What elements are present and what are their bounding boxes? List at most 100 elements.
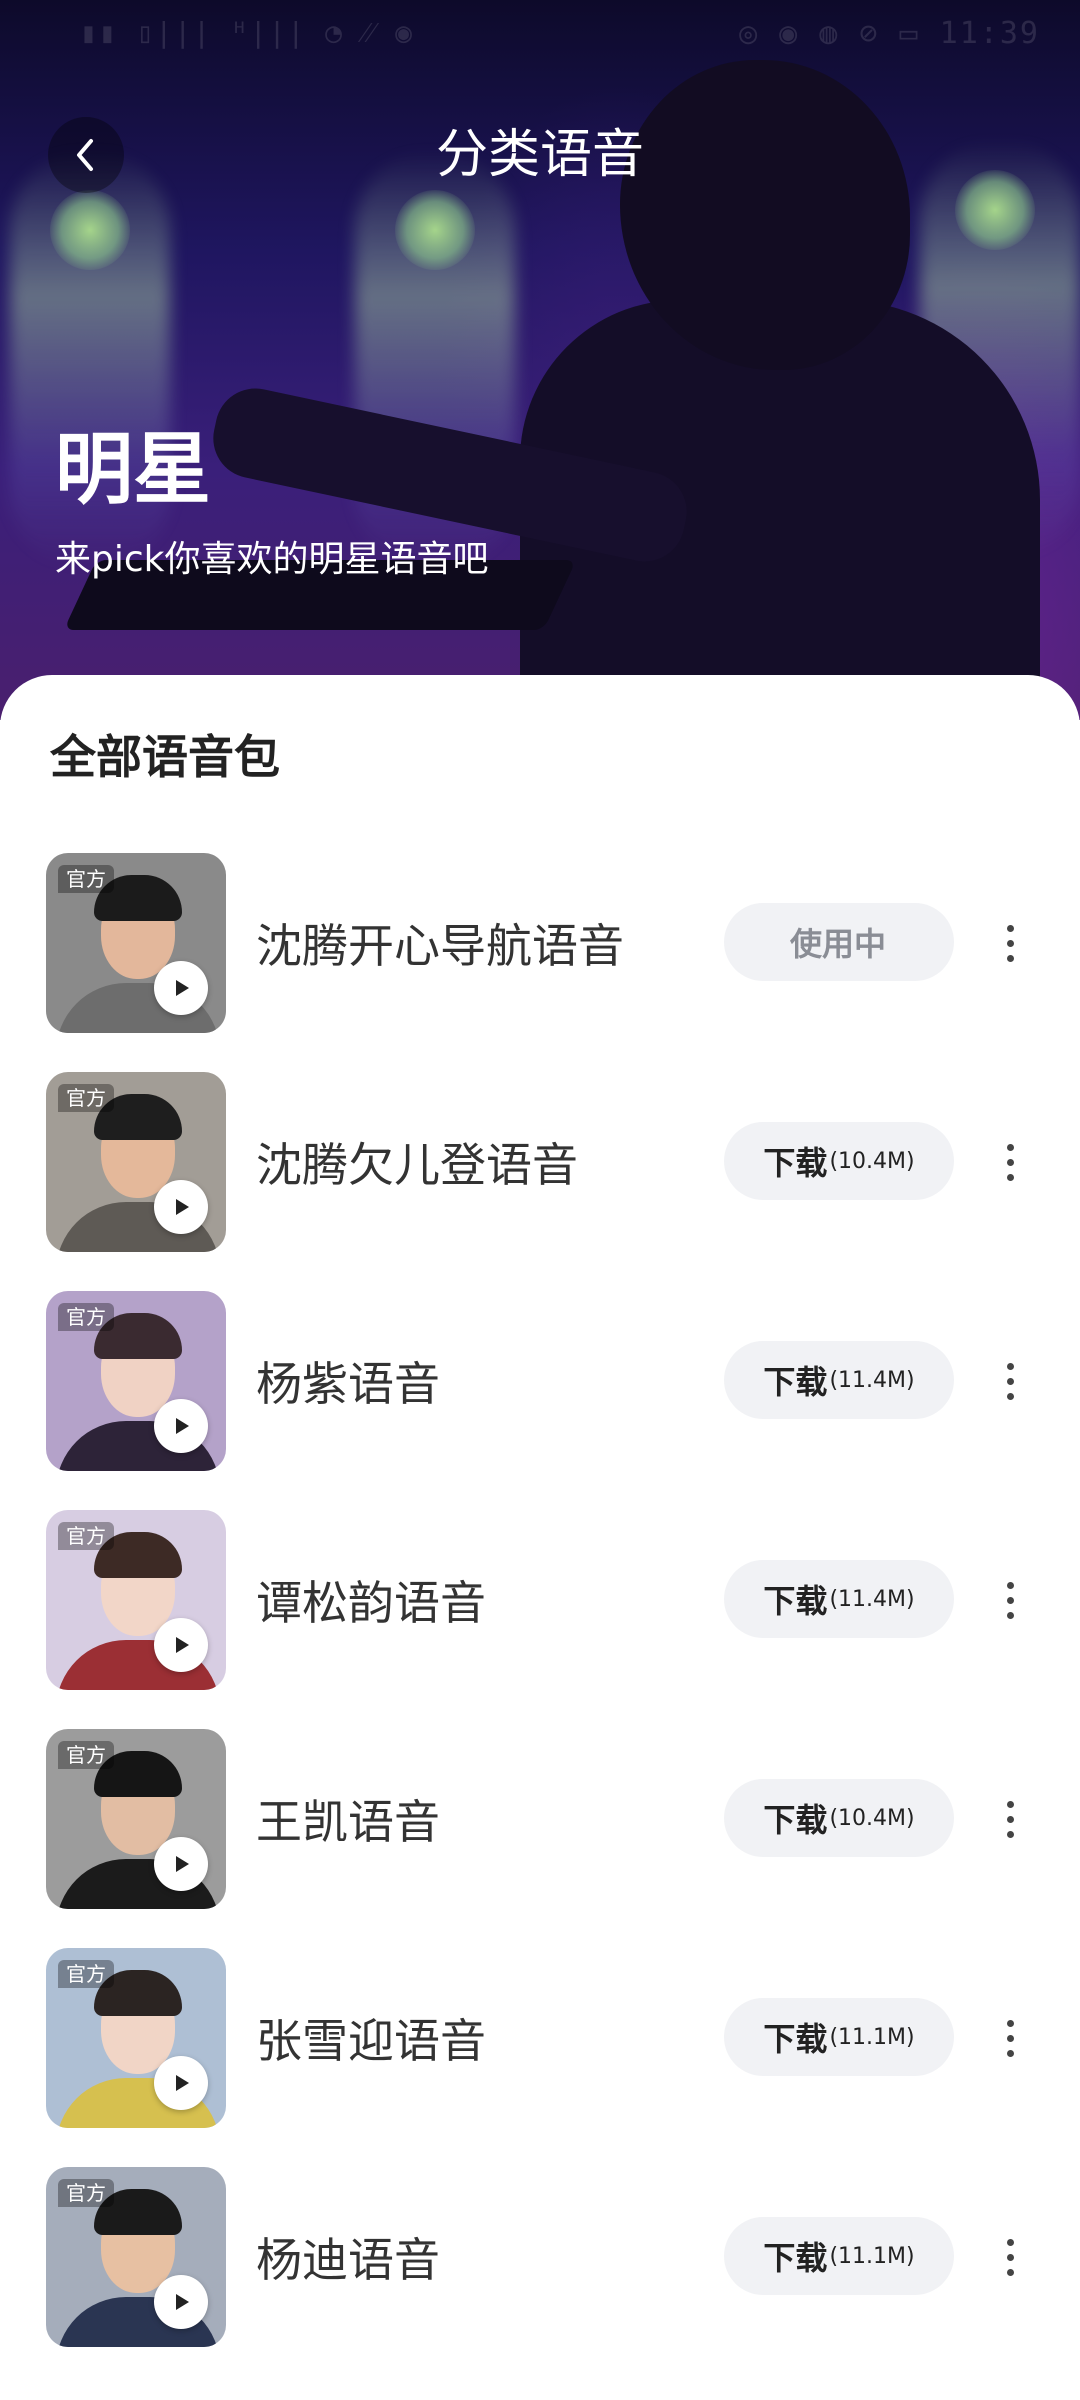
status-bar-left: ▮▮ ▯||| ᴴ||| ◔ ⁄⁄ ◉ <box>80 16 414 49</box>
more-dot-icon <box>1006 1143 1014 1151</box>
avatar[interactable]: 官方 <box>46 1291 226 1471</box>
file-size: (11.1M) <box>829 2024 915 2050</box>
more-dot-icon <box>1006 1800 1014 1808</box>
voice-pack-item[interactable]: 官方 王凯语音 下载 (10.4M) <box>0 1729 1080 1909</box>
file-size: (10.4M) <box>829 1148 915 1174</box>
more-dot-icon <box>1006 1158 1014 1166</box>
more-dot-icon <box>1006 2253 1014 2261</box>
play-icon <box>176 1418 189 1434</box>
avatar[interactable]: 官方 <box>46 2167 226 2347</box>
play-icon <box>176 1637 189 1653</box>
play-button[interactable] <box>154 1618 208 1672</box>
more-dot-icon <box>1006 1362 1014 1370</box>
more-dot-icon <box>1006 1815 1014 1823</box>
voice-pack-name: 王凯语音 <box>256 1795 440 1849</box>
official-tag: 官方 <box>58 1303 114 1331</box>
voice-pack-name: 沈腾欠儿登语音 <box>256 1138 578 1192</box>
action-label: 下载 <box>763 1144 828 1182</box>
avatar[interactable]: 官方 <box>46 1948 226 2128</box>
play-icon <box>176 2075 189 2091</box>
more-dot-icon <box>1006 1611 1014 1619</box>
file-size: (10.4M) <box>829 1805 915 1831</box>
more-dot-icon <box>1006 1392 1014 1400</box>
hero-banner: ▮▮ ▯||| ᴴ||| ◔ ⁄⁄ ◉ ◎ ◉ ◍ ⊘ ▭ 11:39 分类语音… <box>0 0 1080 720</box>
more-options-button[interactable] <box>990 903 1030 983</box>
download-button[interactable]: 下载 (11.4M) <box>724 1341 954 1419</box>
action-label: 下载 <box>763 1363 828 1401</box>
play-button[interactable] <box>154 1837 208 1891</box>
more-options-button[interactable] <box>990 1779 1030 1859</box>
more-dot-icon <box>1006 1596 1014 1604</box>
file-size: (11.1M) <box>829 2243 915 2269</box>
avatar[interactable]: 官方 <box>46 853 226 1033</box>
more-options-button[interactable] <box>990 1998 1030 2078</box>
more-dot-icon <box>1006 939 1014 947</box>
more-dot-icon <box>1006 1173 1014 1181</box>
more-dot-icon <box>1006 2049 1014 2057</box>
official-tag: 官方 <box>58 1084 114 1112</box>
play-button[interactable] <box>154 1180 208 1234</box>
action-label: 下载 <box>763 2020 828 2058</box>
action-label: 下载 <box>763 1801 828 1839</box>
voice-pack-item[interactable]: 官方 杨迪语音 下载 (11.1M) <box>0 2167 1080 2347</box>
voice-pack-name: 杨紫语音 <box>256 1357 440 1411</box>
more-dot-icon <box>1006 924 1014 932</box>
play-icon <box>176 980 189 996</box>
stage-light-glow <box>50 190 130 270</box>
action-label: 下载 <box>763 1582 828 1620</box>
download-button[interactable]: 下载 (11.1M) <box>724 2217 954 2295</box>
voice-pack-item[interactable]: 官方 杨紫语音 下载 (11.4M) <box>0 1291 1080 1471</box>
voice-pack-name: 杨迪语音 <box>256 2233 440 2287</box>
voice-pack-item[interactable]: 官方 沈腾欠儿登语音 下载 (10.4M) <box>0 1072 1080 1252</box>
avatar[interactable]: 官方 <box>46 1072 226 1252</box>
more-dot-icon <box>1006 2238 1014 2246</box>
voice-pack-sheet: 全部语音包 官方 沈腾开心导航语音 使用中 官方 沈腾欠儿登语音 下载 (10.… <box>0 675 1080 2400</box>
play-button[interactable] <box>154 2056 208 2110</box>
voice-pack-name: 沈腾开心导航语音 <box>256 919 624 973</box>
voice-pack-item[interactable]: 官方 沈腾开心导航语音 使用中 <box>0 853 1080 1033</box>
official-tag: 官方 <box>58 1741 114 1769</box>
official-tag: 官方 <box>58 2179 114 2207</box>
avatar[interactable]: 官方 <box>46 1510 226 1690</box>
more-dot-icon <box>1006 2019 1014 2027</box>
category-title: 明星 <box>55 425 212 515</box>
download-button[interactable]: 下载 (10.4M) <box>724 1122 954 1200</box>
play-icon <box>176 1199 189 1215</box>
voice-pack-name: 张雪迎语音 <box>256 2014 486 2068</box>
play-icon <box>176 1856 189 1872</box>
play-button[interactable] <box>154 961 208 1015</box>
download-button[interactable]: 下载 (11.1M) <box>724 1998 954 2076</box>
official-tag: 官方 <box>58 1522 114 1550</box>
play-icon <box>176 2294 189 2310</box>
more-dot-icon <box>1006 2034 1014 2042</box>
category-subtitle: 来pick你喜欢的明星语音吧 <box>55 539 489 580</box>
in-use-button[interactable]: 使用中 <box>724 903 954 981</box>
avatar[interactable]: 官方 <box>46 1729 226 1909</box>
download-button[interactable]: 下载 (10.4M) <box>724 1779 954 1857</box>
official-tag: 官方 <box>58 1960 114 1988</box>
more-dot-icon <box>1006 1830 1014 1838</box>
file-size: (11.4M) <box>829 1586 915 1612</box>
file-size: (11.4M) <box>829 1367 915 1393</box>
more-options-button[interactable] <box>990 1560 1030 1640</box>
play-button[interactable] <box>154 2275 208 2329</box>
voice-pack-item[interactable]: 官方 谭松韵语音 下载 (11.4M) <box>0 1510 1080 1690</box>
stage-light-glow <box>395 190 475 270</box>
more-options-button[interactable] <box>990 2217 1030 2297</box>
voice-pack-name: 谭松韵语音 <box>256 1576 486 1630</box>
voice-pack-item[interactable]: 官方 张雪迎语音 下载 (11.1M) <box>0 1948 1080 2128</box>
action-label: 使用中 <box>789 925 886 963</box>
more-options-button[interactable] <box>990 1122 1030 1202</box>
more-dot-icon <box>1006 954 1014 962</box>
status-bar: ▮▮ ▯||| ᴴ||| ◔ ⁄⁄ ◉ ◎ ◉ ◍ ⊘ ▭ 11:39 <box>0 0 1080 72</box>
more-options-button[interactable] <box>990 1341 1030 1421</box>
action-label: 下载 <box>763 2239 828 2277</box>
download-button[interactable]: 下载 (11.4M) <box>724 1560 954 1638</box>
play-button[interactable] <box>154 1399 208 1453</box>
page-title: 分类语音 <box>435 125 644 185</box>
more-dot-icon <box>1006 1581 1014 1589</box>
status-bar-right: ◎ ◉ ◍ ⊘ ▭ 11:39 <box>739 16 1040 51</box>
more-dot-icon <box>1006 1377 1014 1385</box>
more-dot-icon <box>1006 2268 1014 2276</box>
official-tag: 官方 <box>58 865 114 893</box>
